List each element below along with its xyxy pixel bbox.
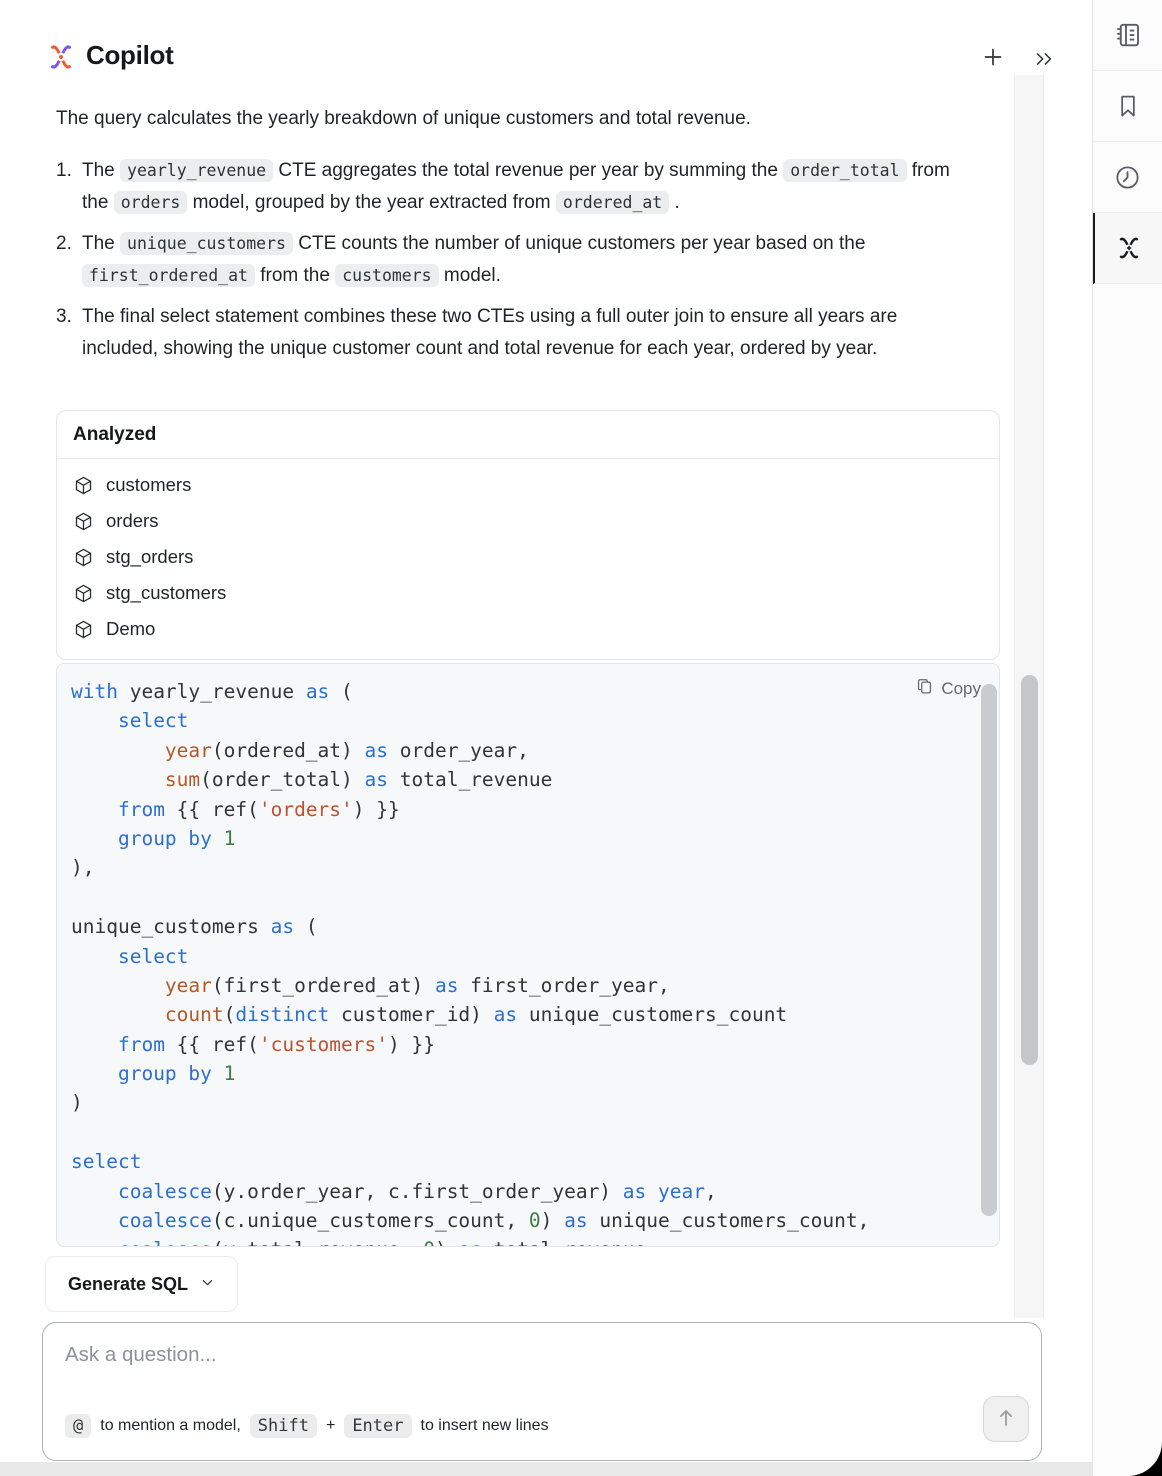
ask-input[interactable]: Ask a question... xyxy=(65,1343,217,1367)
keyboard-chip: @ xyxy=(65,1414,91,1438)
model-name: stg_customers xyxy=(106,582,226,604)
notebook-icon xyxy=(1113,20,1143,50)
model-name: stg_orders xyxy=(106,546,193,568)
package-icon xyxy=(73,511,94,532)
package-icon xyxy=(73,619,94,640)
code-line xyxy=(71,1118,985,1147)
plus-icon xyxy=(981,45,1005,72)
package-icon xyxy=(73,475,94,496)
hint-text: + xyxy=(326,1417,335,1435)
code-line xyxy=(71,883,985,912)
inline-code-chip: unique_customers xyxy=(120,232,293,255)
ask-question-box: Ask a question... @ to mention a model, Sh… xyxy=(42,1322,1042,1461)
code-line: coalesce(y.order_year, c.first_order_yea… xyxy=(71,1177,985,1206)
copy-icon xyxy=(915,677,934,701)
new-chat-button[interactable] xyxy=(978,43,1008,73)
input-hint: @ to mention a model, Shift + Enter to insert… xyxy=(65,1414,549,1438)
code-line: coalesce(y.total_revenue, 0) as total_re… xyxy=(71,1235,985,1247)
analyzed-panel: Analyzed customers orders stg_orders stg_cu… xyxy=(56,410,1000,660)
list-number: 2. xyxy=(56,228,82,292)
sidebar-item-bookmark[interactable] xyxy=(1093,71,1162,142)
copilot-panel: Copilot The query calculates the yearly … xyxy=(0,0,1162,1476)
analyzed-model-item[interactable]: stg_orders xyxy=(73,539,983,575)
main-scrollbar-thumb[interactable] xyxy=(1021,675,1038,1065)
explanation-text: The yearly_revenue CTE aggregates the to… xyxy=(82,155,978,219)
collapse-panel-button[interactable] xyxy=(1029,45,1059,75)
package-icon xyxy=(73,583,94,604)
explanation-item: 2.The unique_customers CTE counts the nu… xyxy=(56,228,978,292)
explanation-item: 1.The yearly_revenue CTE aggregates the … xyxy=(56,155,978,219)
code-line: ), xyxy=(71,853,985,882)
right-sidebar xyxy=(1092,0,1162,1476)
code-line: with yearly_revenue as ( xyxy=(71,677,985,706)
analyzed-model-item[interactable]: customers xyxy=(73,467,983,503)
code-line: select xyxy=(71,1147,985,1176)
generate-sql-label: Generate SQL xyxy=(68,1274,188,1295)
inline-code-chip: yearly_revenue xyxy=(120,159,273,182)
sidebar-item-history[interactable] xyxy=(1093,142,1162,213)
code-line: select xyxy=(71,942,985,971)
model-name: orders xyxy=(106,510,158,532)
analyzed-model-item[interactable]: Demo xyxy=(73,611,983,647)
code-line: ) xyxy=(71,1088,985,1117)
keyboard-chip: Enter xyxy=(344,1414,411,1438)
code-line: from {{ ref('orders') }} xyxy=(71,795,985,824)
code-line: year(first_ordered_at) as first_order_ye… xyxy=(71,971,985,1000)
inline-code-chip: customers xyxy=(335,264,438,287)
generate-sql-button[interactable]: Generate SQL xyxy=(45,1256,238,1312)
explanation-text: The final select statement combines thes… xyxy=(82,301,978,365)
inline-code-chip: orders xyxy=(114,191,188,214)
window-corner xyxy=(1098,1430,1162,1476)
chevron-down-icon xyxy=(200,1274,215,1295)
copilot-icon xyxy=(1114,233,1144,263)
panel-title: Copilot xyxy=(86,40,173,71)
window-bottom-edge xyxy=(0,1462,1092,1476)
explanation-list: 1.The yearly_revenue CTE aggregates the … xyxy=(56,155,978,374)
history-icon xyxy=(1113,163,1142,192)
copilot-logo-icon xyxy=(44,40,78,74)
copy-button[interactable]: Copy xyxy=(915,677,981,701)
code-line: count(distinct customer_id) as unique_cu… xyxy=(71,1000,985,1029)
inline-code-chip: ordered_at xyxy=(556,191,669,214)
package-icon xyxy=(73,547,94,568)
sidebar-item-notebook[interactable] xyxy=(1093,0,1162,71)
main-scrollbar-track[interactable] xyxy=(1014,75,1044,1318)
code-scrollbar-thumb[interactable] xyxy=(981,684,997,1216)
analyzed-header: Analyzed xyxy=(57,411,999,459)
code-line: sum(order_total) as total_revenue xyxy=(71,765,985,794)
list-number: 1. xyxy=(56,155,82,219)
sidebar-item-copilot[interactable] xyxy=(1093,213,1162,284)
summary-text: The query calculates the yearly breakdow… xyxy=(56,104,976,134)
sql-code-block: with yearly_revenue as ( select year(ord… xyxy=(56,663,1000,1247)
code-line: group by 1 xyxy=(71,824,985,853)
analyzed-model-item[interactable]: orders xyxy=(73,503,983,539)
hint-text: to insert new lines xyxy=(421,1417,549,1435)
code-line: year(ordered_at) as order_year, xyxy=(71,736,985,765)
analyzed-model-item[interactable]: stg_customers xyxy=(73,575,983,611)
code-line: from {{ ref('customers') }} xyxy=(71,1030,985,1059)
analyzed-list: customers orders stg_orders stg_customers De… xyxy=(57,459,999,659)
inline-code-chip: first_ordered_at xyxy=(82,264,255,287)
inline-code-chip: order_total xyxy=(783,159,906,182)
copy-label: Copy xyxy=(941,679,981,699)
double-chevron-right-icon xyxy=(1033,48,1055,73)
code-line: group by 1 xyxy=(71,1059,985,1088)
explanation-item: 3.The final select statement combines th… xyxy=(56,301,978,365)
send-button[interactable] xyxy=(983,1396,1029,1442)
model-name: Demo xyxy=(106,618,155,640)
hint-text: to mention a model, xyxy=(100,1417,241,1435)
arrow-up-icon xyxy=(994,1406,1018,1433)
code-line: coalesce(c.unique_customers_count, 0) as… xyxy=(71,1206,985,1235)
explanation-text: The unique_customers CTE counts the numb… xyxy=(82,228,978,292)
code-line: select xyxy=(71,706,985,735)
model-name: customers xyxy=(106,474,191,496)
code-line: unique_customers as ( xyxy=(71,912,985,941)
sql-code: with yearly_revenue as ( select year(ord… xyxy=(57,664,999,1247)
list-number: 3. xyxy=(56,301,82,365)
bookmark-icon xyxy=(1114,92,1142,120)
keyboard-chip: Shift xyxy=(250,1414,317,1438)
